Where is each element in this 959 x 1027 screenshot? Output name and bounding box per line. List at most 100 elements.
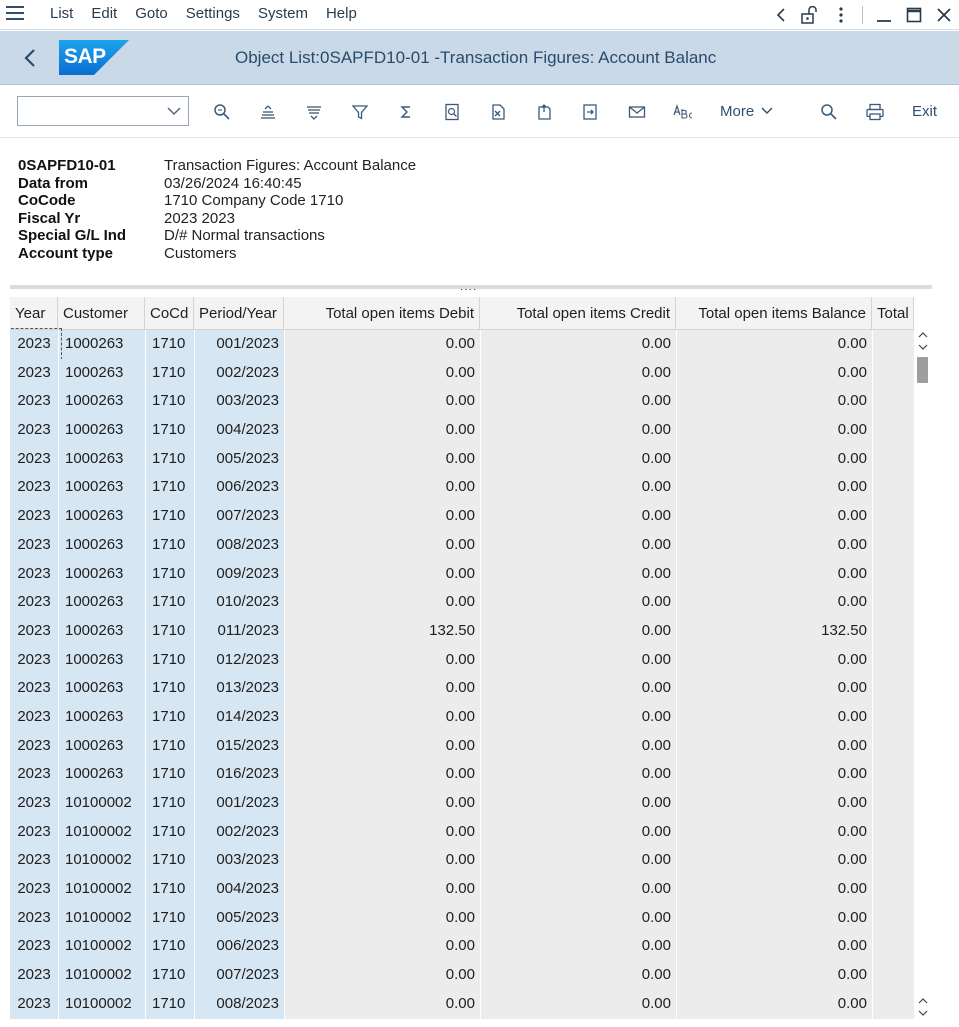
cocd-cell[interactable]: 1710	[145, 989, 194, 1019]
customer-cell[interactable]: 1000263	[58, 416, 145, 445]
scroll-up-icon[interactable]	[917, 329, 929, 353]
period-cell[interactable]: 013/2023	[194, 674, 284, 703]
credit-cell[interactable]: 0.00	[480, 473, 676, 503]
credit-cell[interactable]: 0.00	[480, 330, 676, 359]
year-cell[interactable]: 2023	[10, 616, 58, 646]
column-header-period-year[interactable]: Period/Year	[194, 297, 284, 330]
debit-cell[interactable]: 0.00	[284, 846, 480, 876]
credit-cell[interactable]: 0.00	[480, 731, 676, 761]
credit-cell[interactable]: 0.00	[480, 530, 676, 560]
scroll-down-icon[interactable]	[917, 995, 929, 1019]
total-cell[interactable]	[872, 444, 914, 474]
balance-cell[interactable]: 0.00	[676, 903, 872, 933]
export-icon[interactable]	[486, 100, 510, 124]
customer-cell[interactable]: 1000263	[58, 588, 145, 617]
customer-cell[interactable]: 1000263	[58, 702, 145, 732]
menu-item-settings[interactable]: Settings	[186, 5, 240, 22]
year-cell[interactable]: 2023	[10, 387, 58, 417]
year-cell[interactable]: 2023	[10, 530, 58, 560]
year-cell[interactable]: 2023	[10, 903, 58, 933]
exit-button[interactable]: Exit	[912, 103, 937, 120]
cocd-cell[interactable]: 1710	[145, 473, 194, 503]
sort-descending-icon[interactable]	[302, 100, 326, 124]
table-row[interactable]: 2023 1000263 1710 013/2023 0.00 0.00 0.00	[10, 674, 914, 703]
balance-cell[interactable]: 0.00	[676, 817, 872, 847]
year-cell[interactable]: 2023	[10, 760, 58, 789]
credit-cell[interactable]: 0.00	[480, 903, 676, 933]
balance-cell[interactable]: 0.00	[676, 358, 872, 388]
cocd-cell[interactable]: 1710	[145, 674, 194, 703]
more-vertical-icon[interactable]	[826, 0, 856, 30]
minimize-icon[interactable]	[869, 0, 899, 30]
search-icon[interactable]	[817, 100, 841, 124]
debit-cell[interactable]: 0.00	[284, 789, 480, 818]
total-cell[interactable]	[872, 989, 914, 1019]
year-cell[interactable]: 2023	[10, 817, 58, 847]
period-cell[interactable]: 005/2023	[194, 444, 284, 474]
table-row[interactable]: 2023 1000263 1710 012/2023 0.00 0.00 0.00	[10, 645, 914, 675]
customer-cell[interactable]: 10100002	[58, 989, 145, 1019]
cocd-cell[interactable]: 1710	[145, 387, 194, 417]
debit-cell[interactable]: 0.00	[284, 731, 480, 761]
table-row[interactable]: 2023 10100002 1710 005/2023 0.00 0.00 0.00	[10, 903, 914, 933]
period-cell[interactable]: 007/2023	[194, 502, 284, 531]
balance-cell[interactable]: 0.00	[676, 932, 872, 962]
customer-cell[interactable]: 1000263	[58, 530, 145, 560]
credit-cell[interactable]: 0.00	[480, 358, 676, 388]
debit-cell[interactable]: 0.00	[284, 903, 480, 933]
balance-cell[interactable]: 0.00	[676, 875, 872, 904]
year-cell[interactable]: 2023	[10, 358, 58, 388]
balance-cell[interactable]: 0.00	[676, 330, 872, 359]
table-row[interactable]: 2023 1000263 1710 008/2023 0.00 0.00 0.00	[10, 530, 914, 560]
period-cell[interactable]: 014/2023	[194, 702, 284, 732]
year-cell[interactable]: 2023	[10, 502, 58, 531]
menu-item-list[interactable]: List	[50, 5, 73, 22]
balance-cell[interactable]: 0.00	[676, 444, 872, 474]
period-cell[interactable]: 015/2023	[194, 731, 284, 761]
cocd-cell[interactable]: 1710	[145, 789, 194, 818]
customer-cell[interactable]: 1000263	[58, 559, 145, 589]
cocd-cell[interactable]: 1710	[145, 330, 194, 359]
debit-cell[interactable]: 0.00	[284, 674, 480, 703]
menu-item-system[interactable]: System	[258, 5, 308, 22]
total-cell[interactable]	[872, 846, 914, 876]
year-cell[interactable]: 2023	[10, 588, 58, 617]
credit-cell[interactable]: 0.00	[480, 932, 676, 962]
period-cell[interactable]: 009/2023	[194, 559, 284, 589]
total-cell[interactable]	[872, 616, 914, 646]
maximize-icon[interactable]	[899, 0, 929, 30]
customer-cell[interactable]: 1000263	[58, 674, 145, 703]
print-icon[interactable]	[863, 100, 887, 124]
table-row[interactable]: 2023 10100002 1710 006/2023 0.00 0.00 0.00	[10, 932, 914, 962]
column-header-total[interactable]: Total	[872, 297, 914, 330]
balance-cell[interactable]: 0.00	[676, 559, 872, 589]
period-cell[interactable]: 003/2023	[194, 846, 284, 876]
period-cell[interactable]: 006/2023	[194, 932, 284, 962]
credit-cell[interactable]: 0.00	[480, 588, 676, 617]
year-cell[interactable]: 2023	[10, 789, 58, 818]
debit-cell[interactable]: 0.00	[284, 358, 480, 388]
table-row[interactable]: 2023 10100002 1710 007/2023 0.00 0.00 0.00	[10, 961, 914, 990]
table-row[interactable]: 2023 1000263 1710 006/2023 0.00 0.00 0.00	[10, 473, 914, 503]
abc-analysis-icon[interactable]	[671, 100, 695, 124]
debit-cell[interactable]: 0.00	[284, 473, 480, 503]
debit-cell[interactable]: 0.00	[284, 588, 480, 617]
menu-item-edit[interactable]: Edit	[91, 5, 117, 22]
customer-cell[interactable]: 1000263	[58, 731, 145, 761]
total-cell[interactable]	[872, 473, 914, 503]
total-cell[interactable]	[872, 903, 914, 933]
period-cell[interactable]: 010/2023	[194, 588, 284, 617]
total-cell[interactable]	[872, 674, 914, 703]
command-field-select[interactable]	[17, 96, 189, 126]
customer-cell[interactable]: 10100002	[58, 789, 145, 818]
cocd-cell[interactable]: 1710	[145, 932, 194, 962]
customer-cell[interactable]: 1000263	[58, 760, 145, 789]
credit-cell[interactable]: 0.00	[480, 846, 676, 876]
cocd-cell[interactable]: 1710	[145, 502, 194, 531]
credit-cell[interactable]: 0.00	[480, 875, 676, 904]
customer-cell[interactable]: 1000263	[58, 645, 145, 675]
table-row[interactable]: 2023 1000263 1710 004/2023 0.00 0.00 0.00	[10, 416, 914, 445]
year-cell[interactable]: 2023	[10, 330, 58, 359]
column-header-year[interactable]: Year	[10, 297, 58, 330]
customer-cell[interactable]: 10100002	[58, 961, 145, 990]
